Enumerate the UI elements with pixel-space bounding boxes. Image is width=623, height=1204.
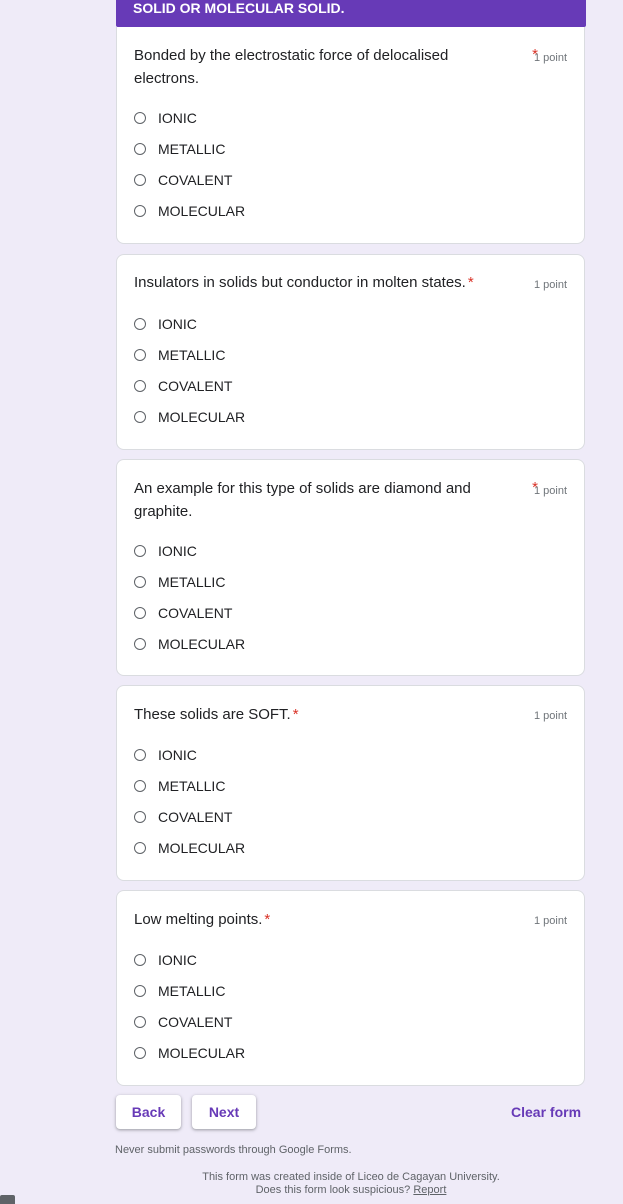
question-title: Insulators in solids but conductor in mo… — [134, 274, 474, 291]
password-warning: Never submit passwords through Google Fo… — [115, 1144, 352, 1156]
option-ionic[interactable]: IONIC — [134, 314, 197, 334]
option-covalent[interactable]: COVALENT — [134, 170, 232, 190]
radio-button[interactable] — [134, 576, 146, 588]
radio-button[interactable] — [134, 607, 146, 619]
option-metallic[interactable]: METALLIC — [134, 139, 225, 159]
question-title: An example for this type of solids are d… — [134, 480, 471, 520]
option-ionic[interactable]: IONIC — [134, 108, 197, 128]
option-ionic[interactable]: IONIC — [134, 745, 197, 765]
option-metallic[interactable]: METALLIC — [134, 345, 225, 365]
required-asterisk: * — [467, 274, 474, 291]
radio-button[interactable] — [134, 749, 146, 761]
section-title: SOLID OR MOLECULAR SOLID. — [133, 0, 345, 16]
question-title: Bonded by the electrostatic force of del… — [134, 47, 449, 87]
report-link[interactable]: Report — [413, 1184, 446, 1196]
feedback-icon[interactable] — [0, 1195, 15, 1204]
radio-button[interactable] — [134, 380, 146, 392]
required-asterisk: * — [264, 911, 271, 928]
option-molecular[interactable]: MOLECULAR — [134, 1043, 245, 1063]
radio-button[interactable] — [134, 638, 146, 650]
radio-button[interactable] — [134, 174, 146, 186]
created-by-note: This form was created inside of Liceo de… — [202, 1171, 500, 1183]
option-covalent[interactable]: COVALENT — [134, 603, 232, 623]
radio-button[interactable] — [134, 985, 146, 997]
question-card-5: Low melting points. * 1 point IONIC METAL… — [116, 890, 585, 1086]
radio-button[interactable] — [134, 954, 146, 966]
question-points: 1 point — [533, 710, 567, 722]
option-metallic[interactable]: METALLIC — [134, 981, 225, 1001]
question-card-2: Insulators in solids but conductor in mo… — [116, 254, 585, 450]
radio-button[interactable] — [134, 842, 146, 854]
question-card-4: These solids are SOFT. * 1 point IONIC ME… — [116, 685, 585, 881]
option-metallic[interactable]: METALLIC — [134, 776, 225, 796]
question-card-3: An example for this type of solids are d… — [116, 459, 585, 676]
option-molecular[interactable]: MOLECULAR — [134, 838, 245, 858]
radio-button[interactable] — [134, 205, 146, 217]
option-ionic[interactable]: IONIC — [134, 541, 197, 561]
next-button[interactable]: Next — [192, 1095, 256, 1129]
option-ionic[interactable]: IONIC — [134, 950, 197, 970]
radio-button[interactable] — [134, 349, 146, 361]
question-points: 1 point — [533, 915, 567, 927]
question-points: 1 point — [533, 52, 567, 64]
back-button[interactable]: Back — [116, 1095, 181, 1129]
option-molecular[interactable]: MOLECULAR — [134, 407, 245, 427]
radio-button[interactable] — [134, 143, 146, 155]
required-asterisk: * — [292, 706, 299, 723]
question-card-1: Bonded by the electrostatic force of del… — [116, 27, 585, 244]
option-covalent[interactable]: COVALENT — [134, 1012, 232, 1032]
option-covalent[interactable]: COVALENT — [134, 807, 232, 827]
question-title: Low melting points. * — [134, 911, 271, 928]
question-points: 1 point — [533, 485, 567, 497]
clear-form-button[interactable]: Clear form — [511, 1104, 581, 1120]
radio-button[interactable] — [134, 112, 146, 124]
radio-button[interactable] — [134, 411, 146, 423]
option-metallic[interactable]: METALLIC — [134, 572, 225, 592]
option-molecular[interactable]: MOLECULAR — [134, 634, 245, 654]
radio-button[interactable] — [134, 318, 146, 330]
radio-button[interactable] — [134, 811, 146, 823]
radio-button[interactable] — [134, 1047, 146, 1059]
question-points: 1 point — [533, 279, 567, 291]
radio-button[interactable] — [134, 545, 146, 557]
section-header: SOLID OR MOLECULAR SOLID. — [116, 0, 586, 27]
option-covalent[interactable]: COVALENT — [134, 376, 232, 396]
question-title: These solids are SOFT. * — [134, 706, 299, 723]
suspicious-note: Does this form look suspicious? Report — [255, 1184, 447, 1196]
radio-button[interactable] — [134, 1016, 146, 1028]
option-molecular[interactable]: MOLECULAR — [134, 201, 245, 221]
radio-button[interactable] — [134, 780, 146, 792]
